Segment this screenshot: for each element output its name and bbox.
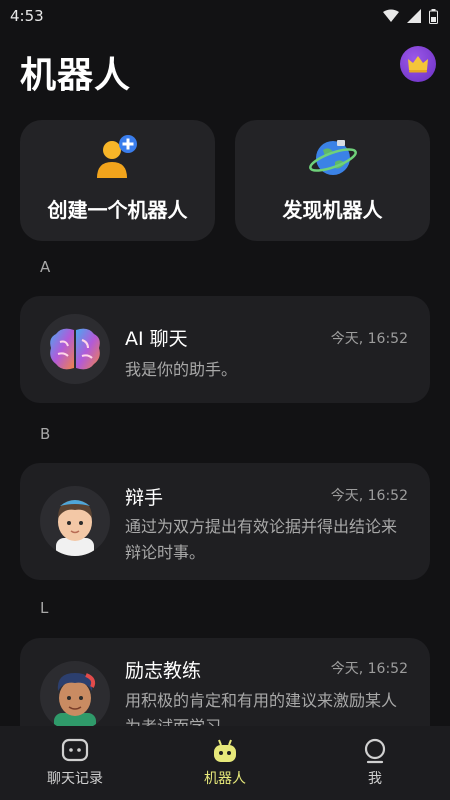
quick-actions: 创建一个机器人 发现机器人 (20, 120, 430, 241)
tab-label: 聊天记录 (47, 771, 103, 787)
create-bot-label: 创建一个机器人 (47, 198, 188, 222)
status-bar: 4:53 (0, 0, 450, 32)
status-icons (383, 8, 438, 24)
page-title: 机器人 (20, 55, 132, 96)
debater-avatar-icon (56, 500, 94, 556)
bot-card-debater[interactable]: 辩手 今天, 16:52 通过为双方提出有效论据并得出结论来辩论时事。 (20, 463, 430, 580)
discover-bots-label: 发现机器人 (282, 198, 383, 222)
status-time: 4:53 (10, 7, 44, 25)
avatar (40, 486, 110, 556)
brain-icon (50, 328, 100, 370)
signal-icon (407, 9, 421, 23)
section-header-l: L (40, 599, 49, 617)
bot-name: 励志教练 (125, 660, 202, 682)
tab-me[interactable]: 我 (300, 726, 450, 800)
avatar (40, 661, 110, 731)
crown-icon (408, 56, 428, 73)
profile-icon (364, 738, 386, 764)
tab-label: 机器人 (204, 771, 246, 787)
coach-avatar-icon (54, 673, 96, 731)
robot-icon (214, 739, 236, 762)
bot-name: AI 聊天 (125, 328, 188, 350)
bot-timestamp: 今天, 16:52 (330, 331, 408, 347)
create-bot-card[interactable]: 创建一个机器人 (20, 120, 215, 241)
tab-bots[interactable]: 机器人 (150, 726, 300, 800)
tab-chat-history[interactable]: 聊天记录 (0, 726, 150, 800)
section-header-a: A (40, 258, 51, 276)
bot-description: 通过为双方提出有效论据并得出结论来辩论时事。 (125, 517, 398, 562)
wifi-icon (383, 9, 399, 22)
bot-description: 我是你的助手。 (125, 360, 238, 379)
tab-label: 我 (368, 771, 382, 787)
bot-name: 辩手 (125, 487, 164, 509)
header: 机器人 (0, 40, 450, 100)
battery-icon (429, 8, 438, 24)
premium-button[interactable] (400, 46, 436, 82)
bot-card-ai-chat[interactable]: AI 聊天 今天, 16:52 我是你的助手。 (20, 296, 430, 403)
bottom-tab-bar: 聊天记录 机器人 我 (0, 726, 450, 800)
globe-icon (308, 140, 357, 175)
chat-bubble-icon (61, 738, 89, 762)
bot-timestamp: 今天, 16:52 (330, 488, 408, 504)
section-header-b: B (40, 425, 51, 443)
add-user-icon (96, 135, 137, 178)
bot-timestamp: 今天, 16:52 (330, 661, 408, 677)
avatar (40, 314, 110, 384)
discover-bots-card[interactable]: 发现机器人 (235, 120, 430, 241)
